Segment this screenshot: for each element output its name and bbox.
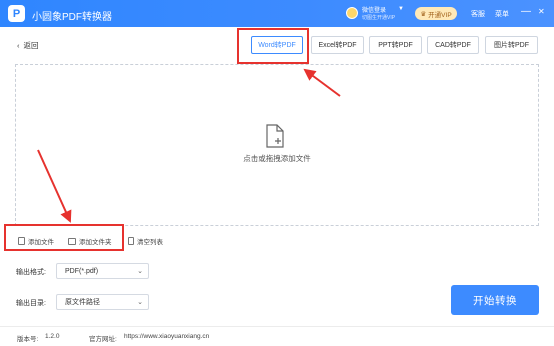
annotation-arrow-actions	[37, 149, 72, 223]
annotation-arrow-tab	[303, 68, 341, 97]
annotation-arrows	[37, 68, 341, 223]
